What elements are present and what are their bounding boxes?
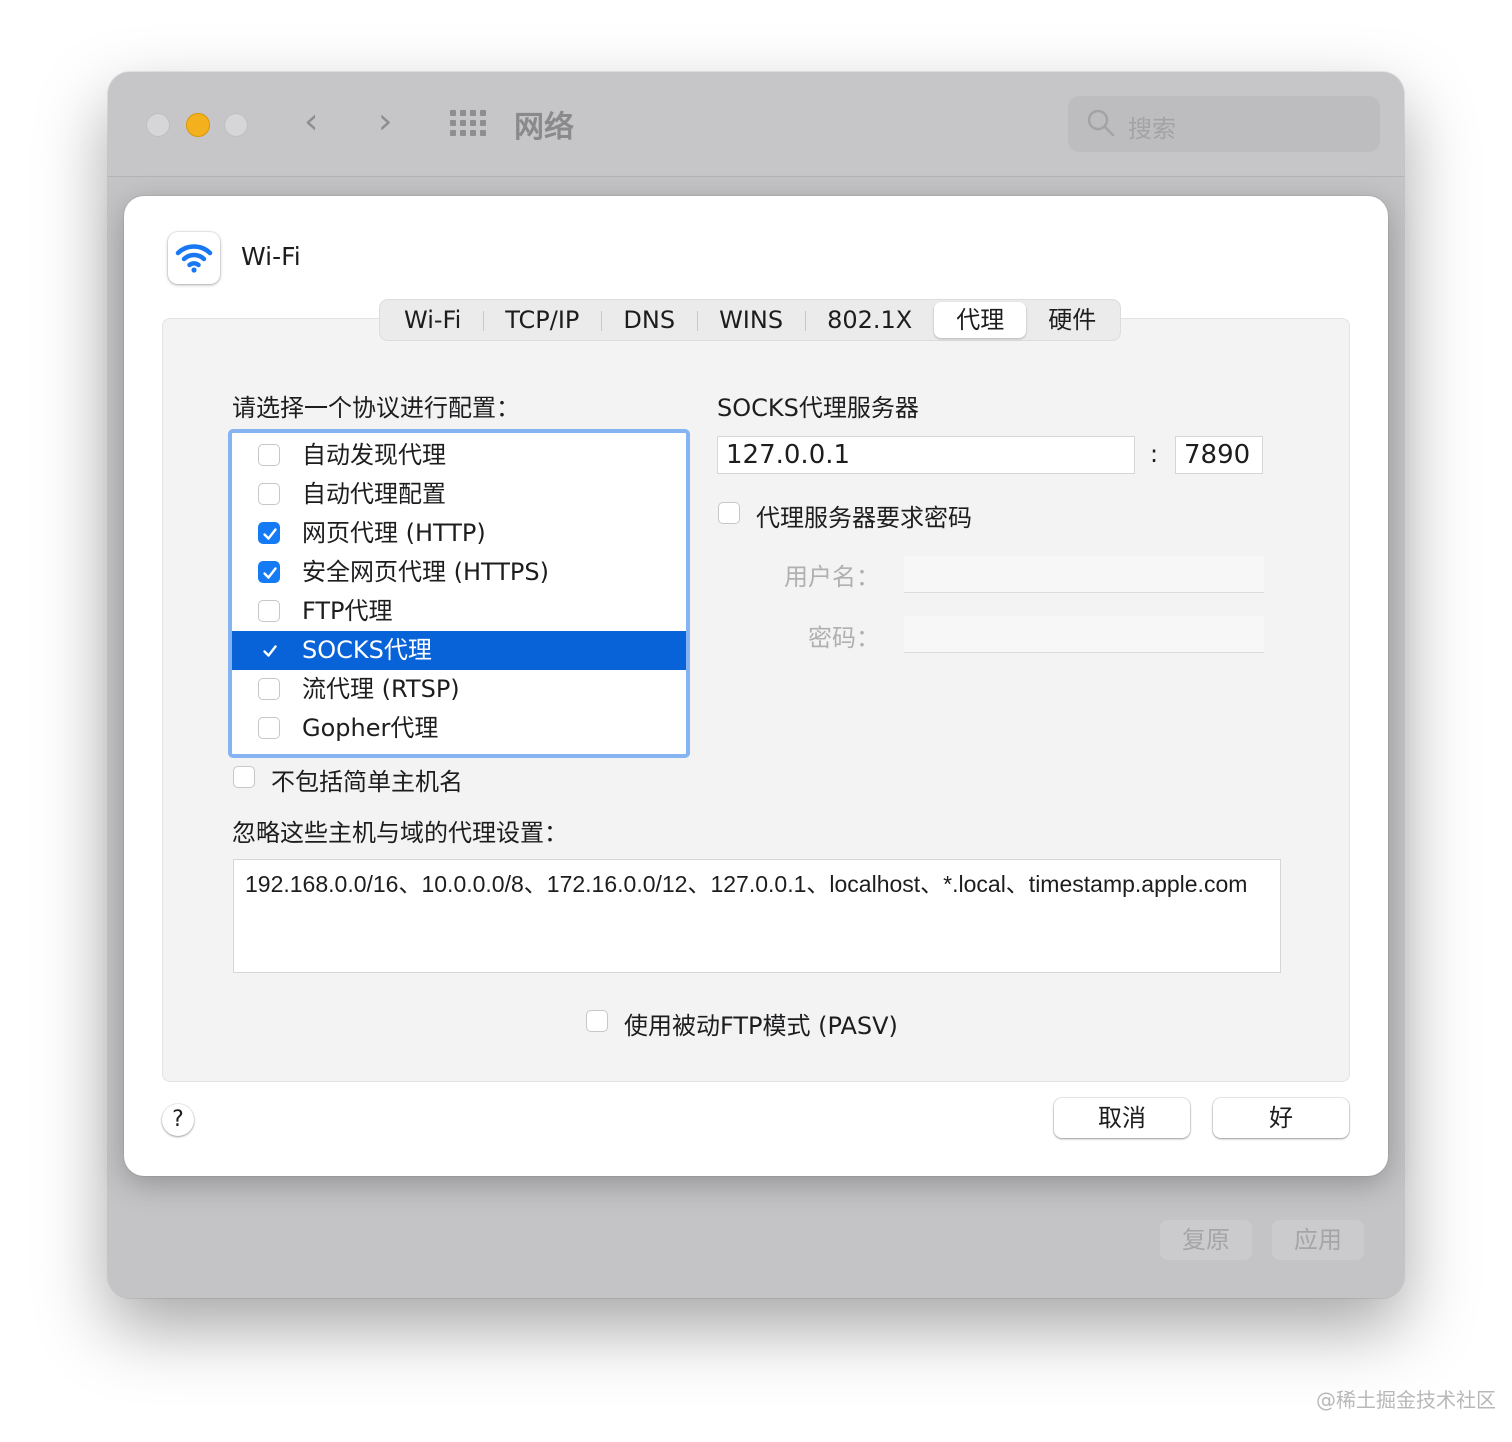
protocol-label: FTP代理 [302,597,393,625]
protocol-label: 安全网页代理 (HTTPS) [302,558,550,586]
protocol-list: 自动发现代理 自动代理配置 网页代理 (HTTP) 安全网页代理 (HTTPS)… [228,429,690,758]
zoom-window-button[interactable] [224,113,248,137]
requires-password-checkbox[interactable] [718,502,740,524]
exclude-simple-hostnames-checkbox[interactable] [233,766,255,788]
revert-button[interactable]: 复原 [1160,1220,1252,1260]
tab-tcpip[interactable]: TCP/IP [483,302,601,338]
protocol-row-socks[interactable]: SOCKS代理 [232,631,686,670]
tab-dns[interactable]: DNS [601,302,697,338]
protocol-row-http[interactable]: 网页代理 (HTTP) [232,514,686,553]
proxy-settings-sheet: Wi-Fi Wi-Fi TCP/IP DNS WINS 802.1X 代理 硬件… [124,196,1388,1176]
checkmark-icon [263,645,277,657]
tab-8021x[interactable]: 802.1X [805,302,934,338]
username-field [904,556,1264,593]
protocol-label: 流代理 (RTSP) [302,675,460,703]
passive-ftp-label: 使用被动FTP模式 (PASV) [624,1012,898,1040]
protocol-label: 自动代理配置 [302,480,446,508]
search-field[interactable]: 搜索 [1068,96,1380,152]
show-all-grid-icon[interactable] [450,110,486,140]
search-icon [1087,109,1115,137]
protocol-checkbox[interactable] [258,717,280,739]
wifi-interface-icon [168,232,220,284]
search-placeholder: 搜索 [1128,115,1176,143]
window-toolbar: ‹ › 网络 搜索 [108,72,1404,177]
protocol-row-auto-discovery[interactable]: 自动发现代理 [232,436,686,475]
ok-button[interactable]: 好 [1213,1098,1349,1138]
protocol-checkbox[interactable] [258,639,280,661]
close-window-button[interactable] [146,113,170,137]
chevron-right-icon[interactable]: › [378,102,392,142]
protocol-checkbox[interactable] [258,600,280,622]
protocol-row-auto-config[interactable]: 自动代理配置 [232,475,686,514]
protocol-row-ftp[interactable]: FTP代理 [232,592,686,631]
protocol-label: 自动发现代理 [302,441,446,469]
protocol-label: 网页代理 (HTTP) [302,519,486,547]
proxy-server-address-field[interactable]: 127.0.0.1 [717,436,1135,474]
socks-server-label: SOCKS代理服务器 [717,394,919,422]
protocol-row-gopher[interactable]: Gopher代理 [232,709,686,748]
password-label: 密码： [808,624,880,652]
protocol-row-rtsp[interactable]: 流代理 (RTSP) [232,670,686,709]
requires-password-label: 代理服务器要求密码 [756,504,972,532]
help-button[interactable]: ? [162,1104,194,1136]
protocol-row-https[interactable]: 安全网页代理 (HTTPS) [232,553,686,592]
window-title: 网络 [514,110,574,145]
username-label: 用户名： [784,563,880,591]
minimize-window-button[interactable] [186,113,210,137]
port-separator: : [1150,440,1159,468]
bypass-hosts-textarea[interactable]: 192.168.0.0/16、10.0.0.0/8、172.16.0.0/12、… [233,859,1281,973]
tab-bar: Wi-Fi TCP/IP DNS WINS 802.1X 代理 硬件 [379,299,1122,341]
protocol-checkbox[interactable] [258,561,280,583]
chevron-left-icon[interactable]: ‹ [304,102,318,142]
apply-button[interactable]: 应用 [1272,1220,1364,1260]
interface-name: Wi-Fi [241,242,301,271]
tab-wins[interactable]: WINS [697,302,805,338]
checkmark-icon [263,567,277,579]
watermark: @稀土掘金技术社区 [1316,1388,1496,1412]
protocol-checkbox[interactable] [258,522,280,544]
passive-ftp-checkbox[interactable] [586,1010,608,1032]
protocol-label: SOCKS代理 [302,636,432,664]
tab-proxies[interactable]: 代理 [934,302,1027,338]
protocol-checkbox[interactable] [258,483,280,505]
proxy-port-field[interactable]: 7890 [1175,436,1263,474]
exclude-simple-hostnames-label: 不包括简单主机名 [271,768,463,796]
cancel-button[interactable]: 取消 [1054,1098,1190,1138]
password-field [904,616,1264,653]
protocol-label: Gopher代理 [302,714,439,742]
checkmark-icon [263,528,277,540]
protocol-checkbox[interactable] [258,678,280,700]
protocol-checkbox[interactable] [258,444,280,466]
tab-wifi[interactable]: Wi-Fi [382,302,483,338]
protocols-label: 请选择一个协议进行配置： [232,394,520,422]
tab-hardware[interactable]: 硬件 [1026,302,1118,338]
bypass-hosts-label: 忽略这些主机与域的代理设置： [232,819,568,847]
wifi-icon [175,244,213,273]
